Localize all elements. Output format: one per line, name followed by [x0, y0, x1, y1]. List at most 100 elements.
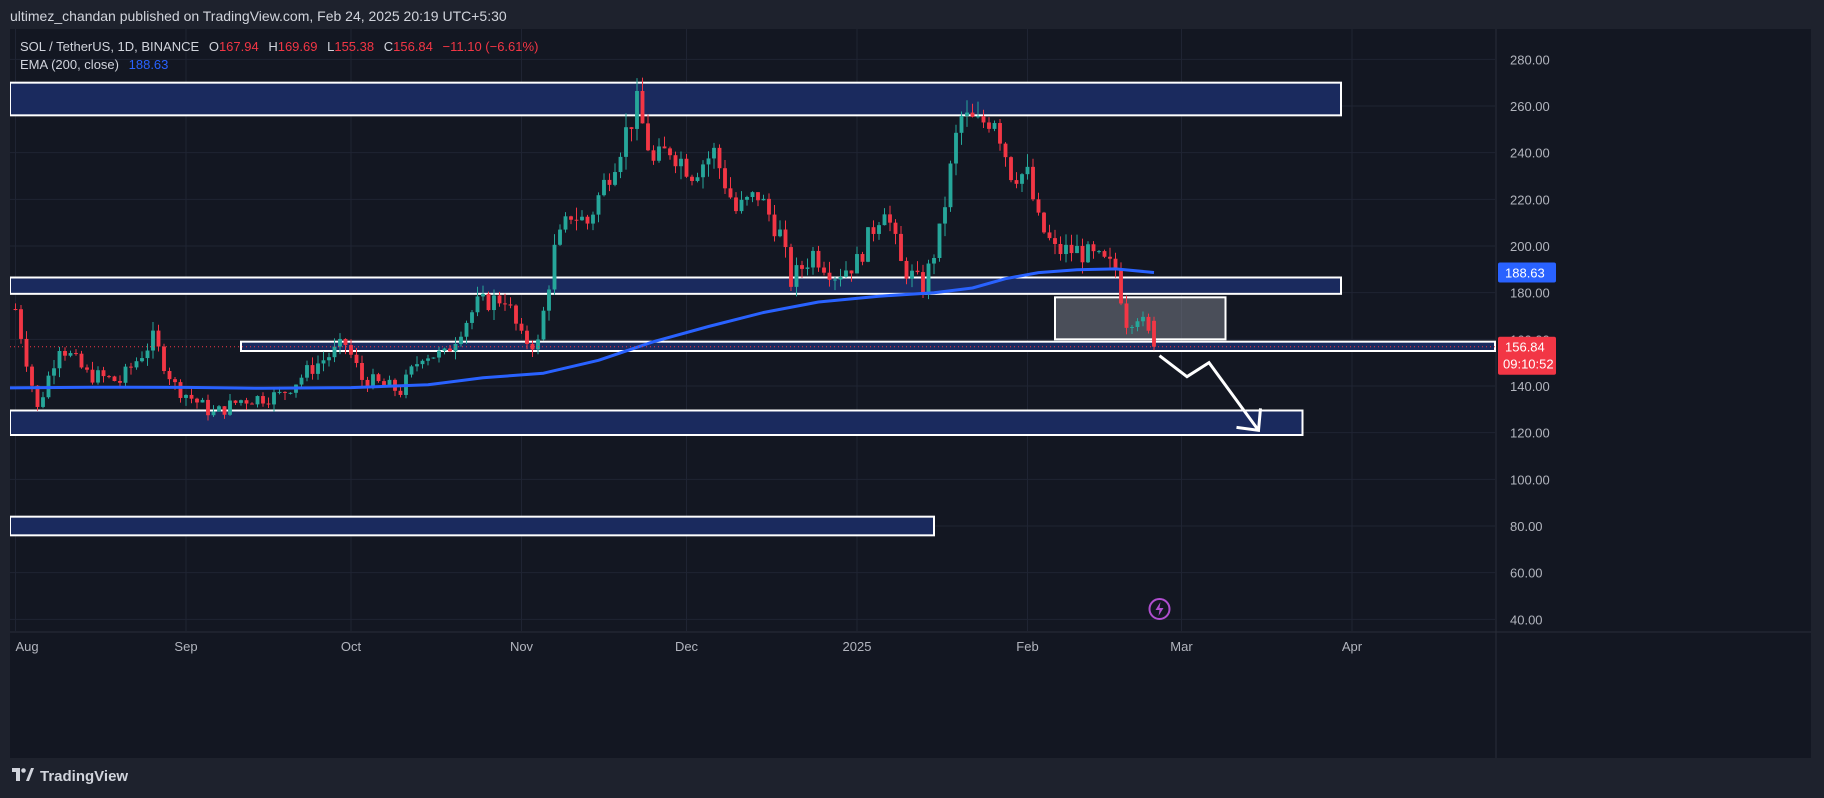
candle-up — [492, 295, 496, 311]
candle-up — [217, 406, 221, 412]
y-tick-label: 260.00 — [1510, 99, 1550, 114]
candle-down — [360, 363, 364, 380]
candle-down — [772, 214, 777, 237]
chart-pane[interactable]: 280.00260.00240.00220.00200.00180.00160.… — [10, 29, 1811, 758]
candle-up — [57, 350, 62, 369]
resistance-zone-260 — [10, 81, 1342, 117]
open-label: O — [208, 39, 219, 54]
candle-down — [162, 346, 166, 371]
ema-label[interactable]: EMA (200, close) — [20, 57, 119, 72]
candle-down — [519, 323, 524, 331]
candle-up — [255, 396, 260, 405]
candle-down — [1036, 199, 1041, 213]
candle-up — [1020, 174, 1024, 184]
candle-up — [211, 411, 216, 416]
candle-up — [547, 289, 551, 311]
candle-up — [811, 250, 815, 268]
candle-down — [585, 216, 590, 224]
candle-up — [1064, 244, 1068, 255]
x-tick-label: Feb — [1016, 639, 1038, 654]
tradingview-logo-icon[interactable] — [12, 768, 34, 785]
candle-down — [970, 112, 975, 117]
x-tick-label: Aug — [16, 639, 39, 654]
ema-value: 188.63 — [128, 57, 169, 72]
candle-up — [712, 147, 716, 159]
candle-up — [134, 361, 139, 368]
candle-down — [783, 229, 788, 248]
published-line: ultimez_chandan published on TradingView… — [10, 8, 507, 24]
candle-down — [893, 222, 898, 234]
candle-up — [866, 227, 870, 262]
candle-down — [646, 123, 650, 151]
candle-up — [959, 115, 964, 133]
candle-down — [1042, 212, 1046, 233]
candle-up — [618, 156, 623, 173]
candle-down — [1102, 251, 1107, 257]
candle-up — [420, 360, 425, 365]
open-value: 167.94 — [218, 39, 259, 54]
y-tick-label: 40.00 — [1510, 612, 1543, 627]
candle-down — [448, 348, 452, 352]
candle-up — [695, 177, 700, 181]
y-tick-label: 100.00 — [1510, 472, 1550, 487]
candle-up — [387, 379, 392, 386]
candle-up — [475, 296, 480, 313]
candle-up — [910, 270, 914, 279]
ema-legend-row[interactable]: EMA (200, close) 188.63 — [20, 56, 538, 74]
x-tick-label: Nov — [510, 639, 534, 654]
candle-up — [426, 358, 430, 361]
y-tick-label: 80.00 — [1510, 519, 1543, 534]
support-zone-80 — [10, 515, 935, 537]
y-tick-label: 60.00 — [1510, 566, 1543, 581]
candle-down — [640, 90, 645, 124]
candle-up — [41, 397, 45, 407]
lightning-bolt-glyph — [1155, 602, 1164, 616]
candle-up — [442, 348, 447, 351]
y-tick-label: 180.00 — [1510, 286, 1550, 301]
candle-down — [233, 400, 238, 403]
candle-down — [1003, 143, 1008, 158]
symbol-legend-row[interactable]: SOL / TetherUS, 1D, BINANCE O167.94 H169… — [20, 38, 538, 56]
y-tick-label: 280.00 — [1510, 52, 1550, 67]
candle-up — [805, 267, 810, 269]
candle-down — [629, 127, 634, 129]
candle-up — [838, 276, 843, 280]
candle-up — [228, 400, 232, 415]
candle-down — [1053, 238, 1057, 244]
candle-down — [349, 345, 353, 355]
zone-180-185 — [10, 276, 1342, 295]
candle-up — [151, 330, 155, 351]
tradingview-brand[interactable]: TradingView — [40, 768, 128, 785]
candle-down — [728, 188, 733, 198]
candle-up — [453, 344, 458, 352]
candle-up — [321, 360, 326, 364]
candle-down — [514, 305, 518, 324]
candle-up — [1086, 244, 1090, 263]
chart-svg[interactable]: 280.00260.00240.00220.00200.00180.00160.… — [10, 29, 1811, 758]
candle-down — [1119, 269, 1123, 304]
candle-up — [591, 214, 595, 224]
candle-up — [745, 197, 749, 200]
candle-up — [305, 365, 309, 378]
candle-down — [310, 365, 315, 374]
countdown-badge-text: 09:10:52 — [1503, 357, 1554, 372]
candle-down — [503, 303, 507, 305]
candle-down — [376, 374, 381, 382]
candle-down — [569, 216, 573, 220]
candle-up — [761, 198, 766, 201]
x-tick-label: Apr — [1342, 639, 1363, 654]
candle-up — [145, 350, 150, 359]
symbol-label[interactable]: SOL / TetherUS, 1D, BINANCE — [20, 39, 199, 54]
high-value: 169.69 — [277, 39, 318, 54]
support-zone-120 — [10, 409, 1304, 436]
candle-down — [717, 147, 722, 169]
candle-down — [343, 338, 348, 346]
candle-down — [607, 179, 612, 185]
candle-down — [921, 272, 925, 295]
candle-up — [459, 336, 463, 345]
ema-price-badge-text: 188.63 — [1505, 266, 1545, 281]
candle-up — [596, 195, 601, 215]
candle-up — [332, 346, 337, 358]
candle-down — [30, 366, 34, 386]
candle-down — [789, 247, 793, 287]
